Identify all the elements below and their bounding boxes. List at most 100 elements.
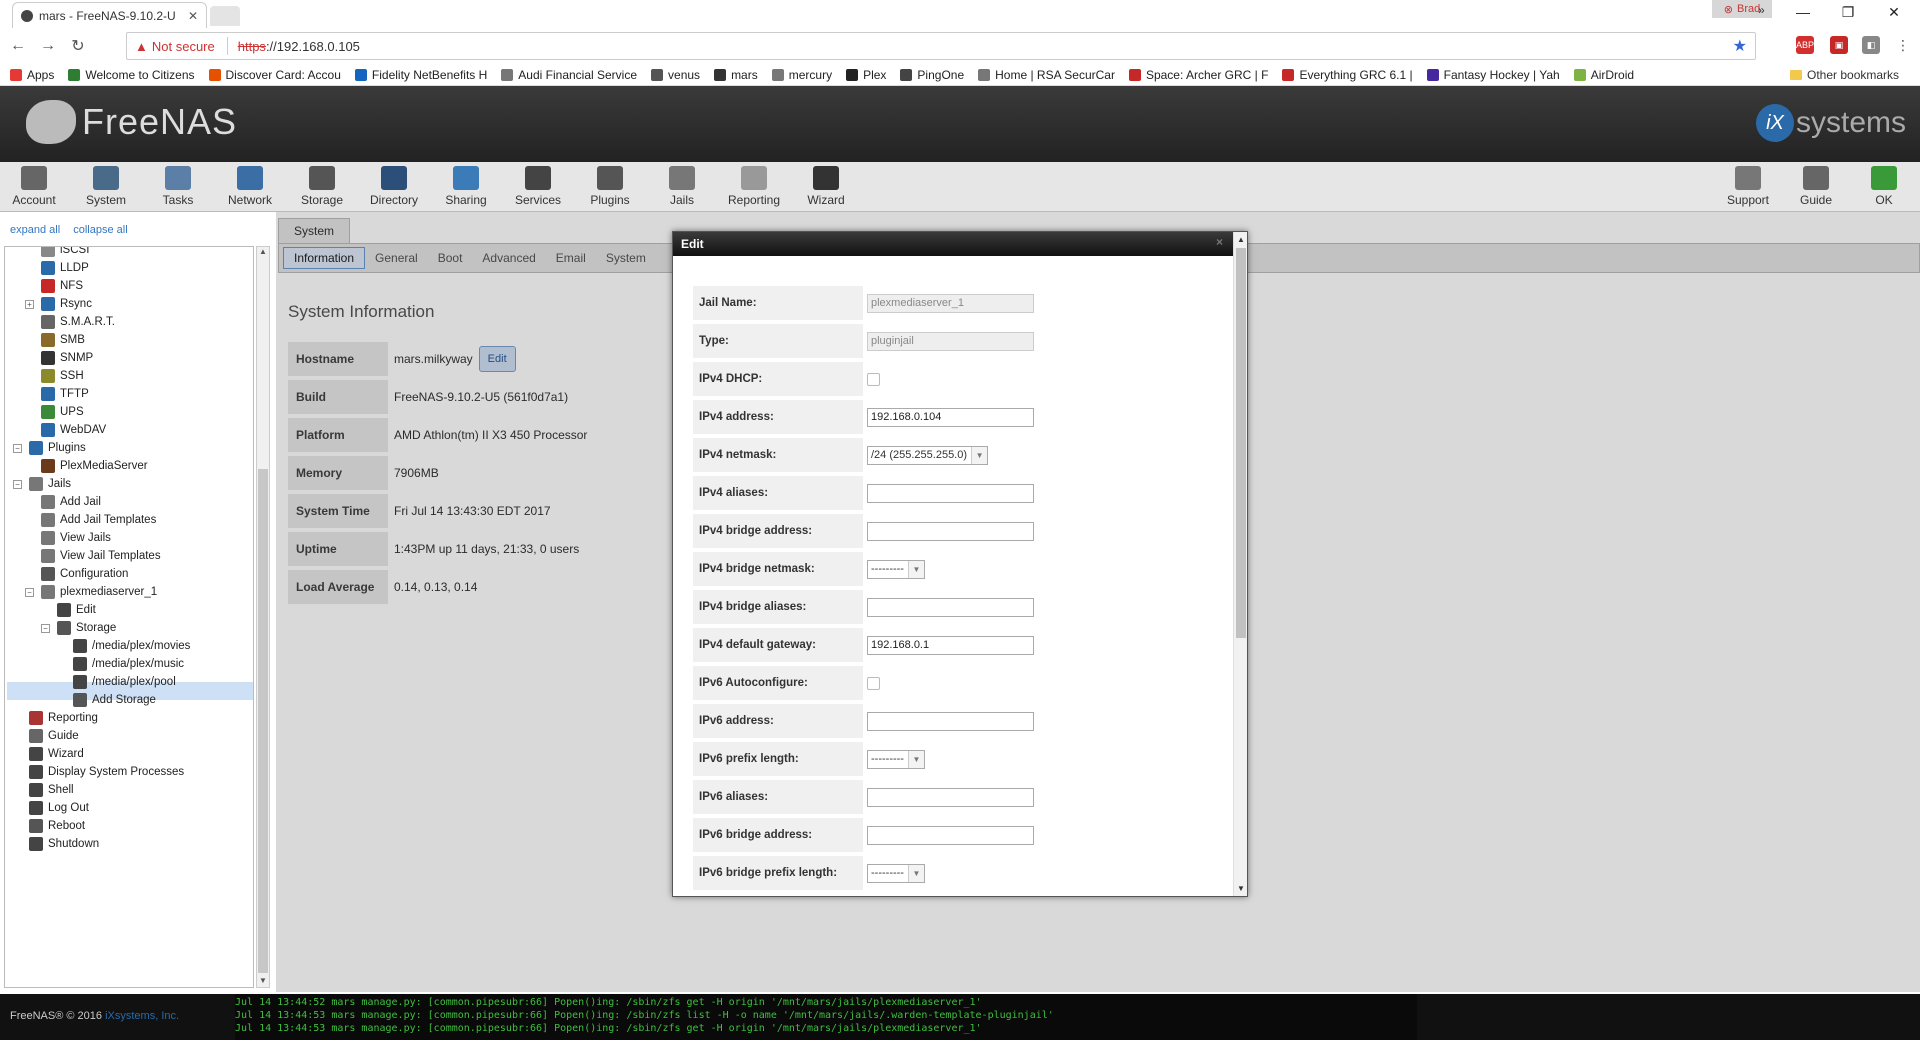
bookmark-item[interactable]: Welcome to Citizens <box>68 68 195 82</box>
ipv6-autoconfigure-checkbox[interactable] <box>867 676 880 690</box>
bookmark-item[interactable]: venus <box>651 68 700 82</box>
ixsystems-link[interactable]: iXsystems, Inc. <box>105 1010 179 1022</box>
toolbar-system-button[interactable]: System <box>72 166 140 207</box>
toolbar-jails-button[interactable]: Jails <box>648 166 716 207</box>
address-bar[interactable]: ▲ Not secure https ://192.168.0.105 ★ <box>126 32 1756 60</box>
tree-item[interactable]: SSH <box>25 367 84 385</box>
tree-item[interactable]: Log Out <box>13 799 89 817</box>
other-bookmarks[interactable]: Other bookmarks <box>1790 64 1899 86</box>
bookmark-item[interactable]: Plex <box>846 68 886 82</box>
expand-all-link[interactable]: expand all <box>10 224 60 236</box>
tree-item[interactable]: − Storage <box>41 619 116 637</box>
toolbar-services-button[interactable]: Services <box>504 166 572 207</box>
tree-item[interactable]: Configuration <box>25 565 128 583</box>
tree-item[interactable]: LLDP <box>25 259 89 277</box>
tree-item[interactable]: SNMP <box>25 349 93 367</box>
scroll-down-icon[interactable]: ▼ <box>259 976 267 985</box>
toolbar-tasks-button[interactable]: Tasks <box>144 166 212 207</box>
tree-item[interactable]: S.M.A.R.T. <box>25 313 115 331</box>
ipv6-aliases-input[interactable] <box>867 787 1034 807</box>
tree-item[interactable]: Shell <box>13 781 74 799</box>
ipv6-prefix-length-select[interactable]: --------- ▼ <box>867 749 925 769</box>
ipv4-bridge-netmask-select[interactable]: --------- ▼ <box>867 559 925 579</box>
toolbar-plugins-button[interactable]: Plugins <box>576 166 644 207</box>
tree-item[interactable]: /media/plex/movies <box>57 637 190 655</box>
close-window-icon[interactable]: ✕ <box>1884 4 1904 21</box>
scroll-up-icon[interactable]: ▲ <box>1237 235 1245 244</box>
reload-icon[interactable]: ↻ <box>66 36 90 56</box>
bookmark-item[interactable]: Fidelity NetBenefits H <box>354 68 487 82</box>
tree-item[interactable]: /media/plex/pool <box>57 673 176 691</box>
extension-icon[interactable]: ▣ <box>1830 36 1848 54</box>
bookmark-item[interactable]: Home | RSA SecurCar <box>978 68 1115 82</box>
bookmark-item[interactable]: Discover Card: Accou <box>208 68 341 82</box>
jail-name-input[interactable] <box>867 293 1034 313</box>
tree-item[interactable]: UPS <box>25 403 84 421</box>
toolbar-ok-button[interactable]: OK <box>1850 166 1918 207</box>
ipv6-address-input[interactable] <box>867 711 1034 731</box>
toolbar-support-button[interactable]: Support <box>1714 166 1782 207</box>
close-icon[interactable]: × <box>1216 235 1223 249</box>
tree-item[interactable]: View Jail Templates <box>25 547 161 565</box>
tree-item[interactable]: TFTP <box>25 385 89 403</box>
ipv6-bridge-prefix-length-select[interactable]: --------- ▼ <box>867 863 925 883</box>
expand-toggle-icon[interactable]: − <box>13 479 22 489</box>
collapse-all-link[interactable]: collapse all <box>73 224 127 236</box>
bookmark-item[interactable]: AirDroid <box>1573 68 1634 82</box>
tree-item[interactable]: NFS <box>25 277 83 295</box>
tree-item[interactable]: WebDAV <box>25 421 106 439</box>
menu-icon[interactable]: ⋮ <box>1894 36 1912 54</box>
tree-item[interactable]: View Jails <box>25 529 111 547</box>
toolbar-sharing-button[interactable]: Sharing <box>432 166 500 207</box>
ipv4-bridge-aliases-input[interactable] <box>867 597 1034 617</box>
type-input[interactable] <box>867 331 1034 351</box>
expand-toggle-icon[interactable]: + <box>25 299 34 309</box>
forward-icon[interactable]: → <box>36 37 60 55</box>
tree-item[interactable]: Add Storage <box>57 691 156 709</box>
tree-item[interactable]: PlexMediaServer <box>25 457 148 475</box>
new-tab-button[interactable] <box>210 6 240 26</box>
bookmark-item[interactable]: mercury <box>771 68 832 82</box>
tree-scrollbar[interactable]: ▲ ▼ <box>256 246 270 988</box>
toolbar-storage-button[interactable]: Storage <box>288 166 356 207</box>
tree-item[interactable]: + Rsync <box>25 295 92 313</box>
tree-item[interactable]: Reporting <box>13 709 98 727</box>
scroll-down-icon[interactable]: ▼ <box>1237 884 1245 893</box>
bookmark-item[interactable]: PingOne <box>900 68 964 82</box>
scroll-up-icon[interactable]: ▲ <box>257 247 269 256</box>
bookmark-item[interactable]: Everything GRC 6.1 | <box>1282 68 1413 82</box>
bookmark-item[interactable]: Space: Archer GRC | F <box>1128 68 1268 82</box>
ipv4-netmask-select[interactable]: /24 (255.255.255.0) ▼ <box>867 445 989 465</box>
bookmark-star-icon[interactable]: ★ <box>1733 36 1747 56</box>
close-tab-icon[interactable]: ✕ <box>188 9 198 23</box>
restore-icon[interactable]: ❐ <box>1838 4 1858 21</box>
tree-item[interactable]: Edit <box>41 601 96 619</box>
dialog-scrollbar[interactable]: ▲ ▼ <box>1233 232 1247 896</box>
bookmark-item[interactable]: mars <box>714 68 758 82</box>
bookmarks-more-icon[interactable]: » <box>1758 3 1765 17</box>
tree-scrollbar-thumb[interactable] <box>258 469 268 973</box>
tree-item[interactable]: /media/plex/music <box>57 655 184 673</box>
tree-item[interactable]: − Plugins <box>13 439 86 457</box>
dialog-scrollbar-thumb[interactable] <box>1236 248 1246 638</box>
tree-item[interactable]: iSCSI <box>25 247 89 259</box>
toolbar-network-button[interactable]: Network <box>216 166 284 207</box>
expand-toggle-icon[interactable]: − <box>25 587 34 597</box>
extension-icon[interactable]: ◧ <box>1862 36 1880 54</box>
tree-item[interactable]: Display System Processes <box>13 763 184 781</box>
bookmark-item[interactable]: Apps <box>10 68 54 82</box>
expand-toggle-icon[interactable]: − <box>41 623 50 633</box>
ipv4-dhcp-checkbox[interactable] <box>867 372 880 386</box>
expand-toggle-icon[interactable]: − <box>13 443 22 453</box>
toolbar-wizard-button[interactable]: Wizard <box>792 166 860 207</box>
bookmark-item[interactable]: Fantasy Hockey | Yah <box>1426 68 1560 82</box>
tree-item[interactable]: Add Jail <box>25 493 101 511</box>
ipv4-aliases-input[interactable] <box>867 483 1034 503</box>
toolbar-directory-button[interactable]: Directory <box>360 166 428 207</box>
tree-item[interactable]: − plexmediaserver_1 <box>25 583 157 601</box>
tree-item[interactable]: Guide <box>13 727 79 745</box>
ipv4-bridge-address-input[interactable] <box>867 521 1034 541</box>
ipv4-default-gateway-input[interactable] <box>867 635 1034 655</box>
back-icon[interactable]: ← <box>6 37 30 55</box>
ipv4-address-input[interactable] <box>867 407 1034 427</box>
